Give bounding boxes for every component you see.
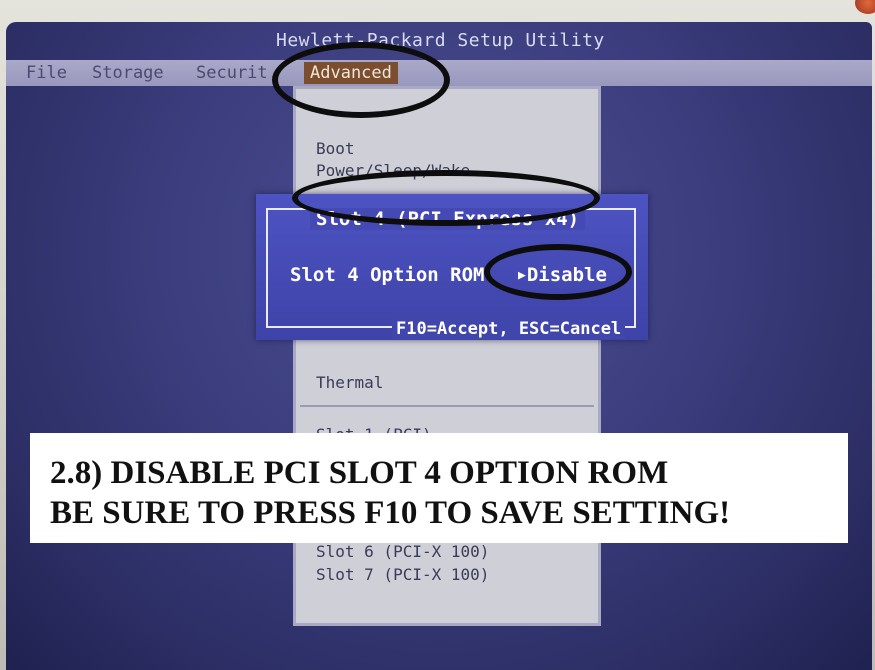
- menu-divider: [300, 405, 594, 407]
- caption-line-2: BE SURE TO PRESS F10 TO SAVE SETTING!: [50, 495, 731, 531]
- menu-item-slot-6[interactable]: Slot 6 (PCI-X 100): [316, 542, 489, 561]
- instruction-caption: 2.8) DISABLE PCI SLOT 4 OPTION ROM BE SU…: [30, 433, 848, 543]
- menu-item-slot-7[interactable]: Slot 7 (PCI-X 100): [316, 565, 489, 584]
- annotation-ellipse-advanced: [272, 42, 450, 118]
- menu-item-boot[interactable]: Boot: [316, 139, 355, 158]
- monitor-bezel: Hewlett-Packard Setup Utility File Stora…: [0, 0, 875, 670]
- menu-item-thermal[interactable]: Thermal: [316, 373, 383, 392]
- annotation-ellipse-slot-title: [292, 170, 600, 226]
- dialog-footer-hint: F10=Accept, ESC=Cancel: [392, 319, 626, 339]
- option-rom-label: Slot 4 Option ROM: [290, 264, 485, 286]
- advanced-dropdown-menu: Boot Power/Sleep/Wake Thermal Slot 1 (PC…: [293, 86, 601, 626]
- menu-storage[interactable]: Storage: [92, 63, 164, 83]
- power-led-icon: [855, 0, 875, 14]
- menu-security[interactable]: Securit: [196, 63, 268, 83]
- bios-screen: Hewlett-Packard Setup Utility File Stora…: [6, 22, 872, 670]
- menu-file[interactable]: File: [26, 63, 67, 83]
- caption-line-1: 2.8) DISABLE PCI SLOT 4 OPTION ROM: [50, 455, 669, 491]
- annotation-ellipse-disable: [484, 244, 632, 300]
